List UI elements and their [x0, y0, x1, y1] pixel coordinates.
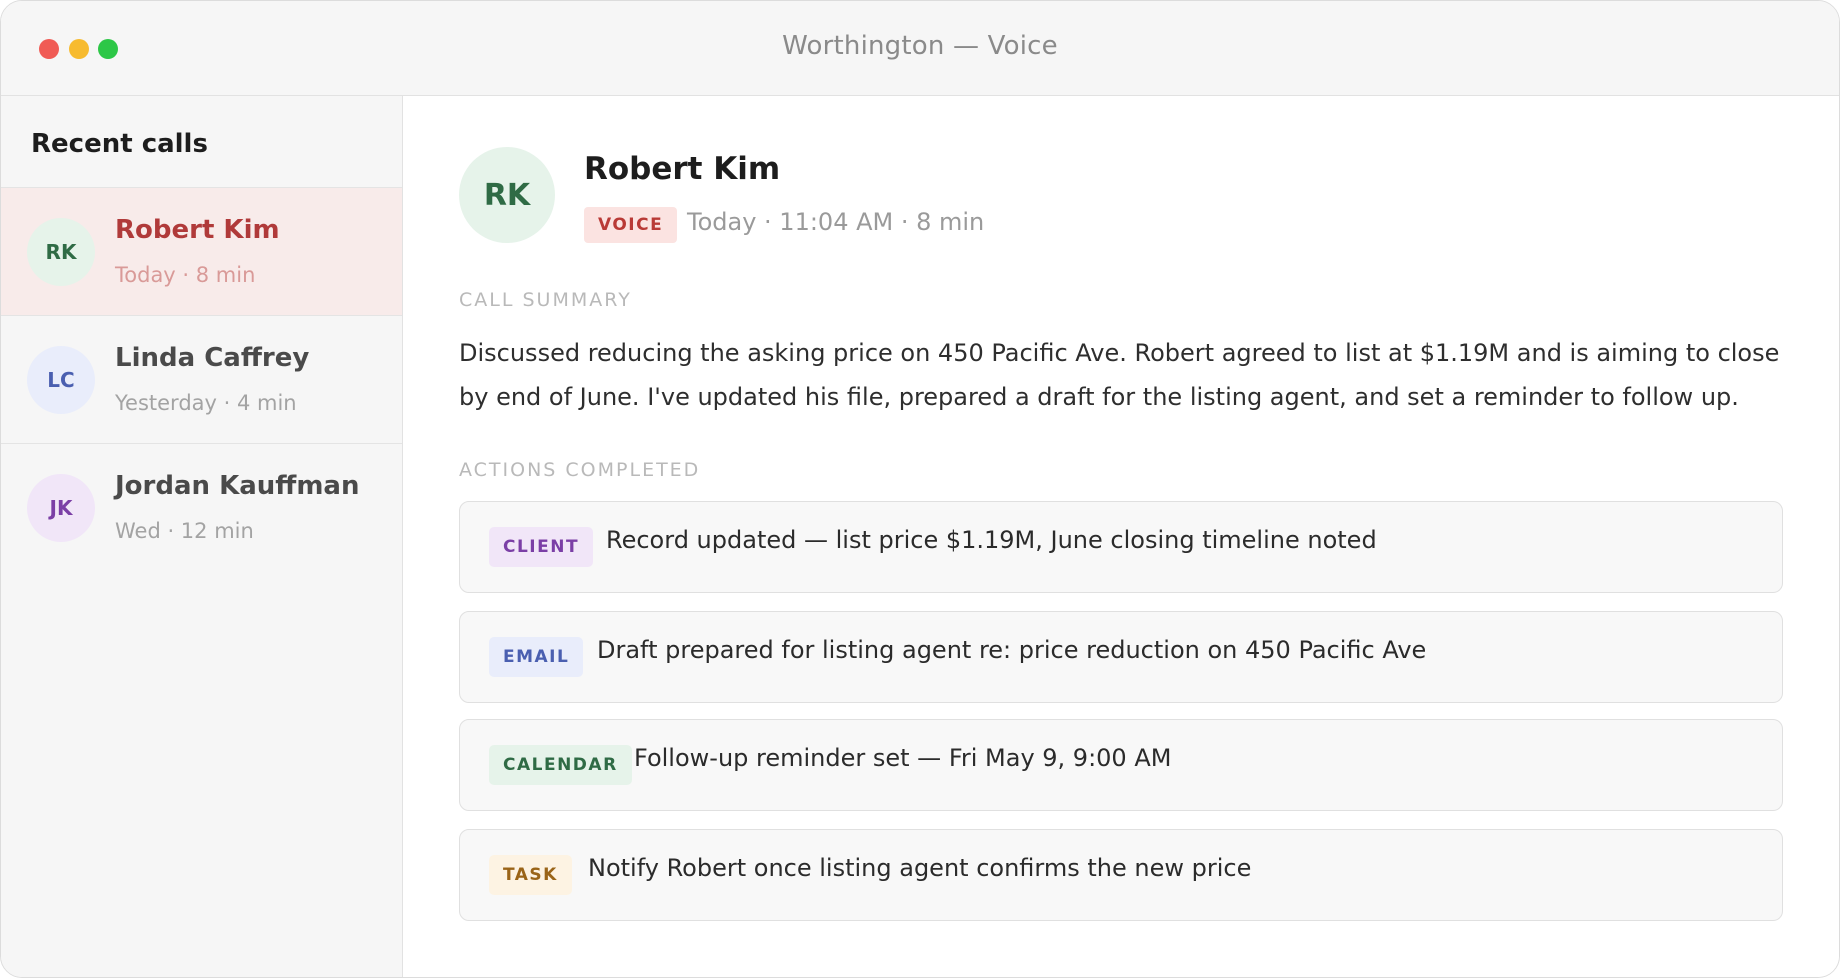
call-meta: Yesterday · 4 min [115, 391, 297, 415]
action-tag: CALENDAR [489, 745, 632, 785]
call-name: Linda Caffrey [115, 343, 310, 373]
call-detail-pane: RK Robert Kim VOICE Today · 11:04 AM · 8… [404, 96, 1839, 977]
action-text: Notify Robert once listing agent confirm… [588, 854, 1252, 882]
sidebar: Recent calls RK Robert Kim Today · 8 min… [1, 96, 403, 977]
contact-avatar: RK [459, 147, 555, 243]
sidebar-heading: Recent calls [1, 96, 402, 188]
summary-section-label: CALL SUMMARY [459, 289, 632, 311]
call-item-linda-caffrey[interactable]: LC Linda Caffrey Yesterday · 4 min [1, 316, 402, 444]
action-tag: EMAIL [489, 637, 584, 677]
action-text: Follow-up reminder set — Fri May 9, 9:00… [634, 744, 1172, 772]
action-card-client: CLIENT Record updated — list price $1.19… [459, 501, 1783, 593]
call-summary-text: Discussed reducing the asking price on 4… [459, 339, 1780, 411]
avatar: JK [27, 474, 95, 542]
call-name: Jordan Kauffman [115, 471, 360, 501]
action-tag: TASK [489, 855, 572, 895]
actions-section-label: ACTIONS COMPLETED [459, 459, 701, 481]
title-bar: Worthington — Voice [1, 1, 1839, 96]
call-item-jordan-kauffman[interactable]: JK Jordan Kauffman Wed · 12 min [1, 444, 402, 572]
call-type-badge: VOICE [584, 207, 678, 243]
action-tag: CLIENT [489, 527, 594, 567]
call-details: Today · 11:04 AM · 8 min [687, 208, 985, 236]
action-text: Draft prepared for listing agent re: pri… [597, 636, 1427, 664]
contact-name: Robert Kim [584, 151, 781, 187]
action-card-email: EMAIL Draft prepared for listing agent r… [459, 611, 1783, 703]
action-card-calendar: CALENDAR Follow-up reminder set — Fri Ma… [459, 719, 1783, 811]
call-name: Robert Kim [115, 215, 280, 245]
call-meta: Today · 8 min [115, 263, 256, 287]
call-meta: Wed · 12 min [115, 519, 254, 543]
avatar: LC [27, 346, 95, 414]
call-item-robert-kim[interactable]: RK Robert Kim Today · 8 min [1, 188, 402, 316]
window-title: Worthington — Voice [782, 31, 1058, 61]
action-card-task: TASK Notify Robert once listing agent co… [459, 829, 1783, 921]
action-text: Record updated — list price $1.19M, June… [606, 526, 1377, 554]
avatar: RK [27, 218, 95, 286]
app-window: Worthington — Voice Recent calls RK Robe… [0, 0, 1840, 978]
